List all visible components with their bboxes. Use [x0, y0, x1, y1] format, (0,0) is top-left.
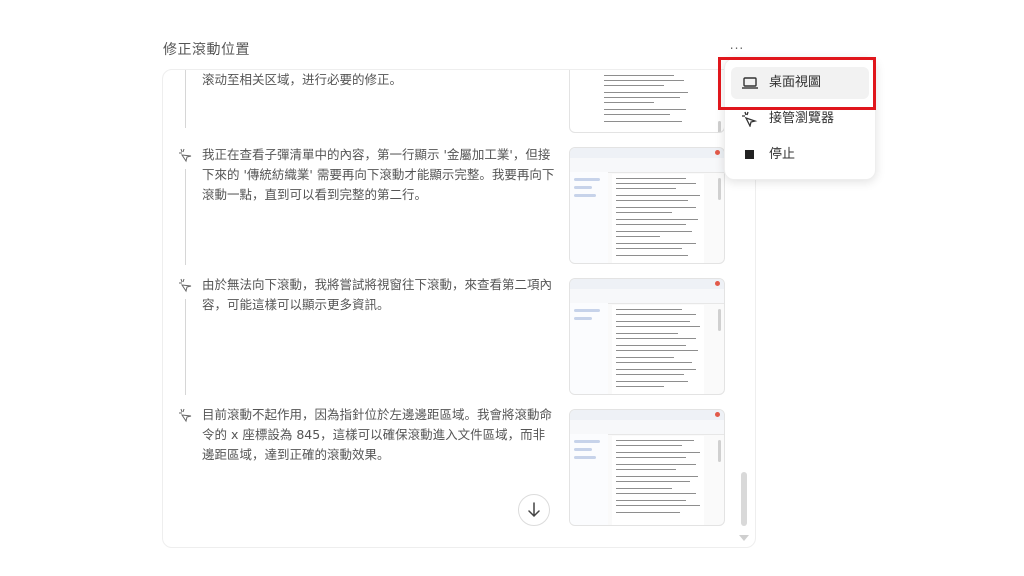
- step-screenshot-thumbnail[interactable]: [569, 409, 725, 526]
- page-title: 修正滾動位置: [163, 42, 250, 58]
- sparkle-icon: [179, 408, 192, 423]
- timeline-bar: [185, 169, 186, 265]
- timeline-bar: [185, 70, 186, 128]
- thumbnail-scrollbar: [718, 121, 721, 132]
- steps-panel: 滚动至相关区域，进行必要的修正。 我正在查看子彈清單中的內容，第一行顯示 '金屬…: [162, 69, 756, 548]
- sparkle-icon: [179, 278, 192, 293]
- step-item: 由於無法向下滾動，我將嘗試將視窗往下滾動，來查看第二項內容，可能這樣可以顯示更多…: [163, 275, 755, 395]
- panel-scrollbar-thumb[interactable]: [741, 472, 747, 526]
- thumbnail-document: [600, 70, 700, 132]
- step-text: 由於無法向下滾動，我將嘗試將視窗往下滾動，來查看第二項內容，可能這樣可以顯示更多…: [202, 277, 553, 312]
- step-item: 我正在查看子彈清單中的內容，第一行顯示 '金屬加工業'，但接下來的 '傳統紡織業…: [163, 145, 755, 265]
- scroll-to-bottom-button[interactable]: [518, 494, 550, 526]
- step-screenshot-thumbnail[interactable]: [569, 70, 725, 133]
- step-text: 滚动至相关区域，进行必要的修正。: [202, 72, 403, 87]
- sparkle-icon: [179, 148, 192, 163]
- menu-item-label: 停止: [769, 147, 796, 162]
- stop-icon: [745, 150, 754, 159]
- cursor-click-icon: [742, 111, 758, 127]
- step-screenshot-thumbnail[interactable]: [569, 147, 725, 264]
- step-item: 目前滾動不起作用，因為指針位於左邊邊距區域。我會將滾動命令的 x 座標設為 84…: [163, 405, 755, 547]
- timeline-bar: [185, 299, 186, 395]
- step-text: 我正在查看子彈清單中的內容，第一行顯示 '金屬加工業'，但接下來的 '傳統紡織業…: [202, 147, 555, 202]
- step-item: 滚动至相关区域，进行必要的修正。: [163, 70, 755, 133]
- step-text: 目前滾動不起作用，因為指針位於左邊邊距區域。我會將滾動命令的 x 座標設為 84…: [202, 407, 553, 462]
- menu-item-stop[interactable]: 停止: [731, 139, 869, 171]
- scrollbar-down-arrow[interactable]: [739, 535, 749, 541]
- step-screenshot-thumbnail[interactable]: [569, 278, 725, 395]
- more-options-button[interactable]: ...: [727, 38, 747, 52]
- annotation-highlight-box: [718, 57, 876, 110]
- arrow-down-icon: [528, 502, 540, 518]
